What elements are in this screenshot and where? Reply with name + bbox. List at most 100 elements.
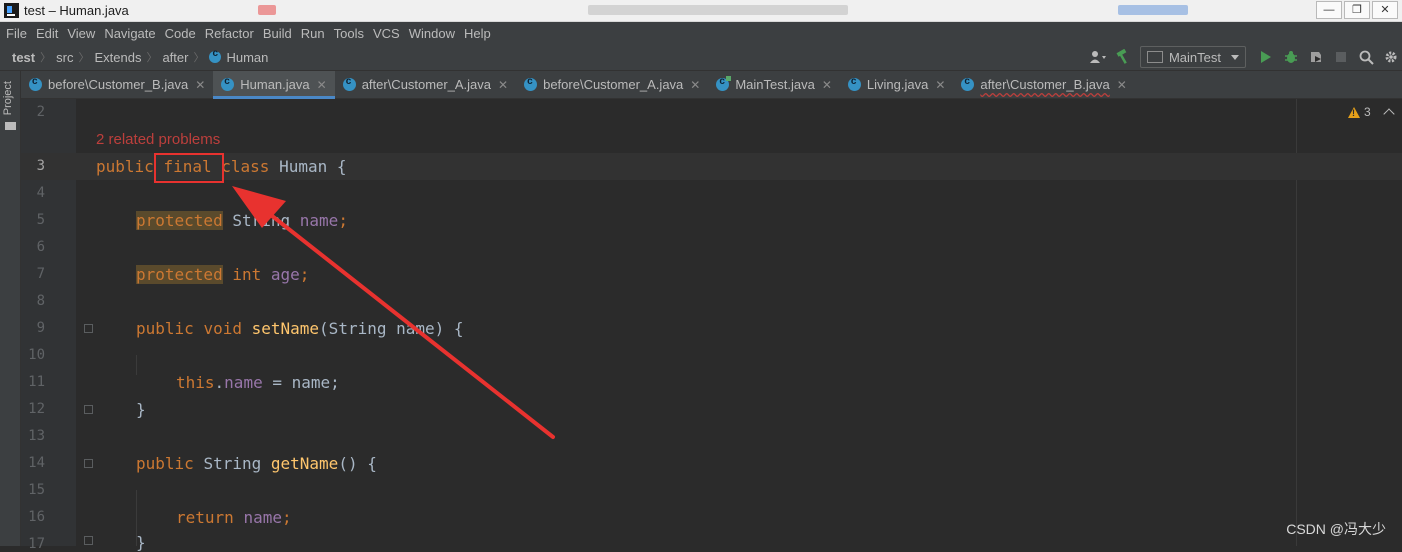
close-tab-icon[interactable]: ✕ (1117, 78, 1127, 92)
keyword: public (136, 319, 194, 338)
close-tab-icon[interactable]: ✕ (822, 78, 832, 92)
line-number: 5 (36, 212, 45, 228)
breadcrumb-extends[interactable]: Extends (94, 50, 141, 65)
line-number: 17 (28, 536, 45, 552)
blurred-background-fragment (258, 5, 276, 15)
tab-after-customer-a[interactable]: after\Customer_A.java ✕ (335, 71, 516, 98)
tab-human[interactable]: Human.java ✕ (213, 71, 336, 99)
run-configuration-selector[interactable]: MainTest (1139, 46, 1246, 68)
close-tab-icon[interactable]: ✕ (317, 78, 327, 92)
search-icon[interactable] (1355, 46, 1377, 68)
menu-vcs[interactable]: VCS (373, 26, 400, 41)
type: int (232, 265, 262, 284)
menu-help[interactable]: Help (464, 26, 491, 41)
related-problems-hint[interactable]: 2 related problems (96, 131, 220, 148)
build-hammer-icon[interactable] (1112, 46, 1134, 68)
close-tab-icon[interactable]: ✕ (195, 78, 205, 92)
breadcrumb-human[interactable]: Human (226, 50, 268, 65)
close-tab-icon[interactable]: ✕ (690, 78, 700, 92)
code-line-14: public String getName() { (136, 454, 377, 473)
menu-refactor[interactable]: Refactor (205, 26, 254, 41)
menu-build[interactable]: Build (263, 26, 292, 41)
breadcrumb-separator-icon: 〉 (146, 52, 158, 64)
stop-icon[interactable] (1330, 46, 1352, 68)
menu-view[interactable]: View (67, 26, 95, 41)
semicolon: ; (299, 265, 310, 284)
code-line-17: } (136, 533, 146, 552)
run-icon[interactable] (1255, 46, 1277, 68)
menu-tools[interactable]: Tools (334, 26, 364, 41)
menu-edit[interactable]: Edit (36, 26, 58, 41)
class-icon (29, 76, 42, 91)
tab-before-customer-b[interactable]: before\Customer_B.java ✕ (21, 71, 213, 98)
class-name: Human (279, 157, 328, 176)
indent-guide (136, 355, 137, 375)
tab-after-customer-b[interactable]: after\Customer_B.java ✕ (953, 71, 1134, 98)
fold-marker-icon[interactable] (84, 459, 93, 468)
breadcrumb-src[interactable]: src (56, 50, 73, 65)
tab-living[interactable]: Living.java ✕ (840, 71, 954, 98)
semicolon: ; (338, 211, 348, 230)
chevron-up-icon[interactable] (1383, 108, 1395, 120)
editor-tabs: before\Customer_B.java ✕ Human.java ✕ af… (21, 71, 1402, 99)
menu-run[interactable]: Run (301, 26, 325, 41)
line-number: 12 (28, 401, 45, 417)
fold-marker-icon[interactable] (84, 324, 93, 333)
breadcrumb-project[interactable]: test (12, 50, 35, 65)
close-tab-icon[interactable]: ✕ (935, 78, 945, 92)
assignment: = name; (262, 373, 340, 392)
code-line-9: public void setName(String name) { (136, 319, 464, 338)
menu-bar: File Edit View Navigate Code Refactor Bu… (0, 22, 1402, 44)
brace: { (336, 157, 347, 176)
line-number: 11 (28, 374, 45, 390)
settings-gear-icon[interactable] (1380, 46, 1402, 68)
tab-label: after\Customer_A.java (361, 77, 492, 92)
close-tab-icon[interactable]: ✕ (498, 78, 508, 92)
class-icon (847, 76, 861, 91)
line-number: 15 (28, 482, 45, 498)
fold-marker-icon[interactable] (84, 536, 93, 545)
line-number: 16 (28, 509, 45, 525)
class-icon (209, 48, 222, 63)
tab-maintest[interactable]: MainTest.java ✕ (708, 71, 840, 98)
line-number: 3 (36, 158, 45, 174)
code-line-16: return name; (176, 508, 292, 527)
menu-code[interactable]: Code (165, 26, 196, 41)
intellij-app-icon (4, 3, 19, 18)
restore-button[interactable]: ❐ (1344, 1, 1370, 19)
field: name (299, 211, 339, 230)
coverage-icon[interactable] (1305, 46, 1327, 68)
line-number: 13 (28, 428, 45, 444)
field: name (243, 508, 282, 527)
menu-navigate[interactable]: Navigate (104, 26, 155, 41)
keyword: void (203, 319, 242, 338)
navigation-bar: test 〉 src 〉 Extends 〉 after 〉 Human Mai… (0, 44, 1402, 71)
inspection-widget[interactable]: 3 (1348, 105, 1395, 120)
breadcrumb-separator-icon: 〉 (193, 52, 205, 64)
debug-bug-icon[interactable] (1280, 46, 1302, 68)
tab-label: after\Customer_B.java (980, 77, 1110, 92)
type: String (203, 454, 262, 473)
breadcrumb: test 〉 src 〉 Extends 〉 after 〉 Human (12, 48, 268, 65)
keyword: this (176, 373, 215, 392)
line-number: 6 (36, 239, 45, 255)
project-tool-window-button[interactable]: Project (2, 81, 14, 115)
class-icon (221, 76, 235, 91)
run-config-label: MainTest (1168, 49, 1221, 65)
code-line-12: } (136, 400, 146, 419)
parameters: () { (338, 454, 377, 473)
class-icon (342, 76, 356, 91)
fold-marker-icon[interactable] (84, 405, 93, 414)
breadcrumb-after[interactable]: after (162, 50, 188, 65)
tab-before-customer-a[interactable]: before\Customer_A.java ✕ (516, 71, 708, 98)
breadcrumb-separator-icon: 〉 (78, 52, 90, 64)
minimize-button[interactable]: — (1316, 1, 1342, 19)
menu-window[interactable]: Window (409, 26, 455, 41)
tab-label: before\Customer_B.java (48, 77, 189, 92)
menu-file[interactable]: File (6, 26, 27, 41)
class-icon (961, 76, 975, 91)
close-window-button[interactable]: ✕ (1372, 1, 1398, 19)
account-icon[interactable] (1087, 46, 1109, 68)
window-title: test – Human.java (24, 3, 129, 18)
method-name: getName (270, 454, 339, 473)
